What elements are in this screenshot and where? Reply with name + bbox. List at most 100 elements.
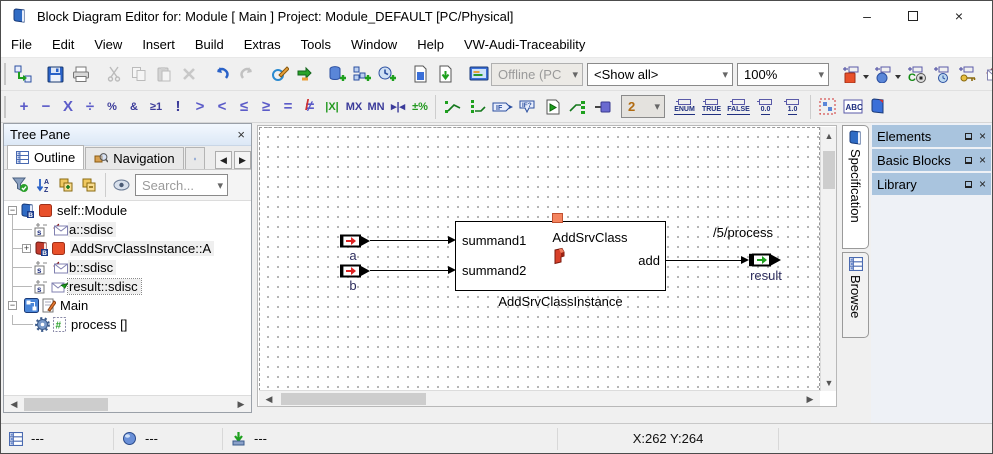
close-panel-icon[interactable]: × — [979, 153, 986, 167]
menu-extras[interactable]: Extras — [234, 37, 291, 52]
port-connector-icon[interactable] — [590, 94, 615, 120]
not-operator-icon[interactable]: ! — [167, 98, 189, 115]
menu-vw-audi-traceability[interactable]: VW-Audi-Traceability — [454, 37, 595, 52]
tree-pane-close-icon[interactable]: × — [237, 127, 245, 142]
filter-icon[interactable] — [9, 172, 32, 198]
close-button[interactable]: × — [936, 1, 982, 31]
minimize-panel-icon[interactable] — [964, 156, 972, 164]
menu-help[interactable]: Help — [407, 37, 454, 52]
tree-row-result[interactable]: s result::sdisc — [4, 277, 251, 296]
switch-icon[interactable] — [440, 94, 465, 120]
zoom-select[interactable]: 100% ▾ — [737, 62, 829, 86]
tab-browse[interactable]: Browse — [842, 252, 869, 338]
toolbar-grip[interactable] — [4, 95, 9, 118]
menu-file[interactable]: File — [1, 37, 42, 52]
canvas-grid[interactable]: a b summand1 summand2 AddSrvClass add Ad… — [259, 127, 820, 391]
hierarchy-icon[interactable] — [815, 94, 840, 120]
min-operator-icon[interactable]: MN — [365, 101, 387, 113]
zero-literal-icon[interactable]: 0.0 — [752, 95, 779, 119]
block-diagram-icon[interactable] — [10, 61, 35, 87]
maximize-button[interactable] — [890, 1, 936, 31]
one-literal-icon[interactable]: 1.0 — [779, 95, 806, 119]
wire-result[interactable] — [666, 260, 744, 261]
add-module-icon[interactable] — [350, 61, 375, 87]
monitor-icon[interactable] — [466, 61, 491, 87]
tab-hidden-stub[interactable] — [184, 147, 205, 169]
menu-edit[interactable]: Edit — [42, 37, 84, 52]
case-switch-icon[interactable] — [565, 94, 590, 120]
panel-basic-blocks-header[interactable]: Basic Blocks × — [872, 149, 991, 171]
panel-library-header[interactable]: Library × — [872, 173, 991, 195]
open-document-icon[interactable] — [408, 61, 433, 87]
enum-literal-icon[interactable]: ENUM — [671, 95, 698, 119]
input-port-a[interactable] — [340, 234, 371, 248]
expand-all-icon[interactable] — [55, 172, 78, 198]
less-equal-operator-icon[interactable]: ≤ — [233, 98, 255, 115]
close-panel-icon[interactable]: × — [979, 129, 986, 143]
scroll-right-icon[interactable]: ▶ — [233, 397, 249, 412]
menu-tools[interactable]: Tools — [291, 37, 341, 52]
scroll-down-icon[interactable]: ▼ — [821, 375, 837, 390]
true-literal-icon[interactable]: TRUE — [698, 95, 725, 119]
greater-equal-operator-icon[interactable]: ≥ — [255, 98, 277, 115]
minimize-panel-icon[interactable] — [964, 180, 972, 188]
menu-view[interactable]: View — [84, 37, 132, 52]
not-equal-operator-icon[interactable]: ≠ — [299, 97, 321, 115]
add-constant-icon[interactable]: C — [905, 61, 930, 87]
diagram-canvas[interactable]: a b summand1 summand2 AddSrvClass add Ad… — [257, 125, 837, 407]
block-sequence-handle[interactable] — [552, 213, 563, 223]
abs-operator-icon[interactable]: |X| — [321, 101, 343, 113]
tab-navigation[interactable]: Navigation — [85, 147, 184, 169]
scroll-left-icon[interactable]: ◀ — [261, 392, 277, 407]
receive-message-icon[interactable] — [980, 61, 992, 87]
sort-icon[interactable]: AZ — [32, 172, 55, 198]
false-literal-icon[interactable]: FALSE — [725, 95, 752, 119]
update-component-icon[interactable] — [292, 61, 317, 87]
divide-operator-icon[interactable]: ÷ — [79, 98, 101, 115]
multiplexer-icon[interactable] — [465, 94, 490, 120]
add-system-constant-icon[interactable] — [930, 61, 955, 87]
mul-div-icon[interactable]: ±% — [409, 101, 431, 113]
delete-icon[interactable] — [176, 61, 201, 87]
tree-row-instance[interactable]: + B AddSrvClassInstance::A — [4, 239, 251, 258]
copy-icon[interactable] — [126, 61, 151, 87]
collapse-expander-icon[interactable]: − — [8, 301, 17, 310]
tree-row-a[interactable]: s a::sdisc — [4, 220, 251, 239]
wire-a[interactable] — [370, 240, 449, 241]
show-filter-select[interactable]: <Show all> ▾ — [587, 62, 733, 86]
tabs-scroll-left-icon[interactable]: ◀ — [215, 151, 232, 169]
scroll-right-icon[interactable]: ▶ — [802, 392, 818, 407]
tree-row-process[interactable]: # process [] — [4, 315, 251, 334]
output-port-result[interactable] — [749, 253, 782, 267]
notebook-icon[interactable] — [865, 94, 890, 120]
add-scalar-element-icon[interactable] — [841, 61, 873, 87]
export-document-icon[interactable] — [433, 61, 458, 87]
add-database-icon[interactable] — [325, 61, 350, 87]
and-operator-icon[interactable]: & — [123, 101, 145, 113]
calc-block-icon[interactable] — [540, 94, 565, 120]
max-operator-icon[interactable]: MX — [343, 101, 365, 113]
menu-build[interactable]: Build — [185, 37, 234, 52]
wire-b[interactable] — [370, 270, 449, 271]
subtract-operator-icon[interactable]: − — [35, 98, 57, 115]
experiment-target-select[interactable]: Offline (PC ▾ — [491, 62, 583, 86]
redo-icon[interactable] — [234, 61, 259, 87]
tabs-scroll-right-icon[interactable]: ▶ — [234, 151, 251, 169]
greater-operator-icon[interactable]: > — [189, 98, 211, 115]
collapse-all-icon[interactable] — [78, 172, 101, 198]
panel-elements-header[interactable]: Elements × — [872, 125, 991, 147]
undo-icon[interactable] — [209, 61, 234, 87]
edit-component-icon[interactable] — [267, 61, 292, 87]
menu-insert[interactable]: Insert — [132, 37, 185, 52]
add-class-icon[interactable] — [375, 61, 400, 87]
minimize-button[interactable]: – — [844, 1, 890, 31]
comment-abc-icon[interactable]: ABC — [840, 94, 865, 120]
minimize-panel-icon[interactable] — [964, 132, 972, 140]
scroll-up-icon[interactable]: ▲ — [821, 128, 837, 143]
add-operator-icon[interactable]: + — [13, 98, 35, 115]
tree-row-self-module[interactable]: − B self::Module — [4, 201, 251, 220]
canvas-vertical-scrollbar[interactable]: ▲ ▼ — [820, 127, 836, 391]
close-panel-icon[interactable]: × — [979, 177, 986, 191]
search-scope-icon[interactable] — [110, 172, 133, 198]
canvas-horizontal-scrollbar[interactable]: ◀ ▶ — [259, 390, 820, 406]
